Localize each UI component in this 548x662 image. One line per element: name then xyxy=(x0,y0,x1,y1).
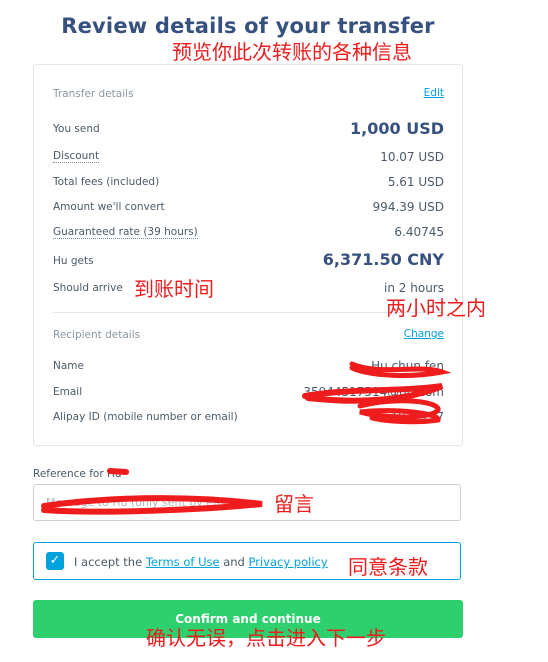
redaction-scribbles xyxy=(41,361,452,515)
annotation-arrival: 到账时间 xyxy=(134,277,214,301)
annotation-confirm: 确认无误，点击进入下一步 xyxy=(146,626,386,650)
email-scribble xyxy=(302,383,444,404)
annotation-two-hours: 两小时之内 xyxy=(386,296,486,320)
alipay-scribble xyxy=(357,398,441,425)
message-scribble xyxy=(41,495,263,515)
name-scribble xyxy=(349,361,452,378)
reference-scribble xyxy=(107,468,129,475)
annotation-agree: 同意条款 xyxy=(348,555,428,579)
annotation-message: 留言 xyxy=(274,492,314,516)
annotation-preview: 预览你此次转账的各种信息 xyxy=(172,40,412,64)
